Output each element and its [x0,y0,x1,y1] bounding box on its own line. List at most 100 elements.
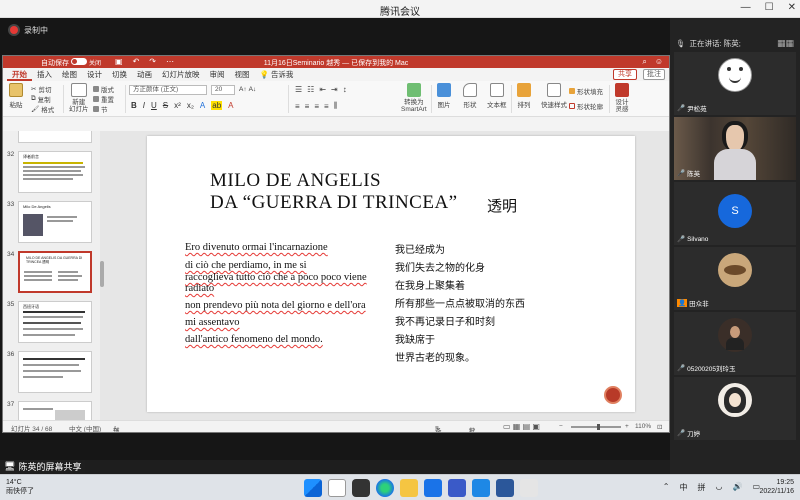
paragraph-group[interactable]: ☰ ☷ ⇤ ⇥ ↕ [295,85,347,94]
bold-button[interactable]: B [131,101,137,110]
recording-indicator[interactable]: 录制中 [10,22,48,38]
shape-outline-button[interactable]: 形状轮廓 [569,101,603,111]
italic-button[interactable]: I [143,101,145,110]
wifi-icon[interactable]: ◡ [715,482,722,493]
italian-line[interactable]: di ciò che perdiamo, in me si [185,260,307,271]
slide-thumbnail-37[interactable] [18,401,92,421]
font-color-icon[interactable]: A [228,101,233,110]
windows-start-icon[interactable] [304,479,322,497]
slide-title-line2[interactable]: DA “GUERRA DI TRINCEA” [210,192,458,214]
participant-tile[interactable]: 🎤 尹松苑 [674,52,796,115]
language-status[interactable]: 中文 (中国) [69,423,101,432]
italian-line[interactable]: mi assentavo [185,317,240,328]
tell-me-search[interactable]: 💡 告诉我 [255,68,299,81]
superscript-button[interactable]: x² [174,101,181,110]
fit-slide-icon[interactable]: ⊡ [657,423,662,431]
format-painter-button[interactable]: 🖌 格式 [31,104,54,114]
weather-widget[interactable]: 14°C 雨快停了 [6,478,34,496]
chinese-line[interactable]: 我们失去之物的化身 [395,259,485,274]
copy-button[interactable]: ⧉ 复制 [31,94,51,104]
user-icon[interactable]: ☺ [655,57,663,67]
decrease-indent-icon[interactable]: ⇤ [319,85,326,94]
new-slide-button[interactable]: 新建 幻灯片 [69,83,89,113]
align-left-icon[interactable]: ≡ [295,102,300,111]
tab-insert[interactable]: 插入 [32,68,57,81]
shapes-button[interactable]: 形状 [463,83,477,109]
alignment-group[interactable]: ≡ ≡ ≡ ≡ ⫼ [295,101,337,111]
font-grow-shrink[interactable]: A↑ A↓ [239,86,256,93]
picture-button[interactable]: 图片 [437,83,451,109]
slide-thumbnail-34[interactable]: MILO DE ANGELIS DA GUERRA DI TRINCEA 透明 [18,251,92,293]
italian-line[interactable]: non prendevo più nota del giorno e dell'… [185,300,366,311]
underline-button[interactable]: U [151,101,157,110]
strikethrough-button[interactable]: S [163,101,168,110]
tab-review[interactable]: 审阅 [205,68,230,81]
chinese-line[interactable]: 所有那些一点点被取消的东西 [395,295,525,310]
quick-styles-button[interactable]: 快速样式 [541,83,567,109]
app-icon[interactable] [520,479,538,497]
speaker-icon[interactable]: 🔊 [732,482,742,493]
participant-tile-video[interactable]: 🎤 陈英 [674,117,796,180]
search-icon[interactable] [328,479,346,497]
word-icon[interactable] [496,479,514,497]
edge-icon[interactable] [376,479,394,497]
close-icon[interactable]: ✕ [788,2,796,13]
zoom-slider-knob[interactable] [597,424,600,430]
app-icon[interactable] [448,479,466,497]
slide-thumbnail-36[interactable] [18,351,92,393]
columns-icon[interactable]: ⫼ [334,101,338,111]
tab-animations[interactable]: 动画 [132,68,157,81]
chinese-line[interactable]: 我不再记录日子和时刻 [395,313,495,328]
store-icon[interactable] [424,479,442,497]
slide-thumbnail[interactable] [18,131,92,143]
cut-button[interactable]: ✂ 剪切 [31,84,51,94]
highlight-icon[interactable]: ab [211,101,223,110]
subscript-button[interactable]: x₂ [187,101,194,110]
chinese-line[interactable]: 我缺席于 [395,331,435,346]
zoom-out-icon[interactable]: − [559,423,563,430]
textbox-button[interactable]: 文本框 [487,83,507,109]
tab-home[interactable]: 开始 [7,68,32,81]
font-family-select[interactable]: 方正颜体 (正文) [129,85,207,95]
search-icon[interactable]: ⌕ [642,57,646,67]
view-buttons[interactable]: ▭ ▦ ▤ ▣ [503,422,540,431]
grid-layout-icon[interactable]: ▦▦ [777,38,794,49]
paste-button[interactable]: 粘贴 [9,83,23,109]
increase-indent-icon[interactable]: ⇥ [331,85,338,94]
ime-mode[interactable]: 中 [679,482,687,493]
tencent-meeting-icon[interactable] [472,479,490,497]
reset-button[interactable]: 重置 [93,94,114,104]
justify-icon[interactable]: ≡ [324,102,329,111]
arrange-button[interactable]: 排列 [517,83,531,109]
chinese-line[interactable]: 在我身上聚集着 [395,277,465,292]
italian-line[interactable]: radiato [185,283,214,294]
tab-design[interactable]: 设计 [82,68,107,81]
participant-tile[interactable]: 🎤 刀婷 [674,377,796,440]
participant-tile[interactable]: 🎤 05200205刘玲玉 [674,312,796,375]
chevron-up-icon[interactable]: ⌃ [663,482,670,493]
line-spacing-icon[interactable]: ↕ [343,85,347,94]
slide-thumbnail-35[interactable]: 西班牙语 [18,301,92,343]
shape-fill-button[interactable]: 形状填充 [569,86,603,96]
share-button[interactable]: 共享 [613,69,637,80]
slide-thumbnail-pane[interactable]: 32 译者前言 33 Milo De Angelis 34 MILO DE AN… [3,131,101,421]
zoom-level[interactable]: 110% [635,423,651,430]
align-right-icon[interactable]: ≡ [314,102,319,111]
text-effects-icon[interactable]: A [200,101,205,110]
minimize-icon[interactable]: — [741,2,751,13]
convert-smartart-button[interactable]: 转换为 SmartArt [401,83,427,113]
tab-slideshow[interactable]: 幻灯片放映 [157,68,205,81]
tab-draw[interactable]: 绘图 [57,68,82,81]
comments-button[interactable]: 批注 [643,69,665,80]
italian-line[interactable]: raccoglieva tutto ciò che a poco poco vi… [185,272,367,283]
italian-line[interactable]: Ero divenuto ormai l'incarnazione [185,242,328,253]
layout-button[interactable]: 版式 [93,84,114,94]
current-slide[interactable]: MILO DE ANGELIS DA “GUERRA DI TRINCEA” 透… [147,136,635,412]
file-explorer-icon[interactable] [400,479,418,497]
align-center-icon[interactable]: ≡ [305,102,310,111]
zoom-in-icon[interactable]: + [625,423,629,430]
slide-thumbnail-32[interactable]: 译者前言 [18,151,92,193]
tab-transitions[interactable]: 切换 [107,68,132,81]
participant-tile[interactable]: S 🎤 Silvano [674,182,796,245]
chinese-line[interactable]: 我已经成为 [395,241,445,256]
